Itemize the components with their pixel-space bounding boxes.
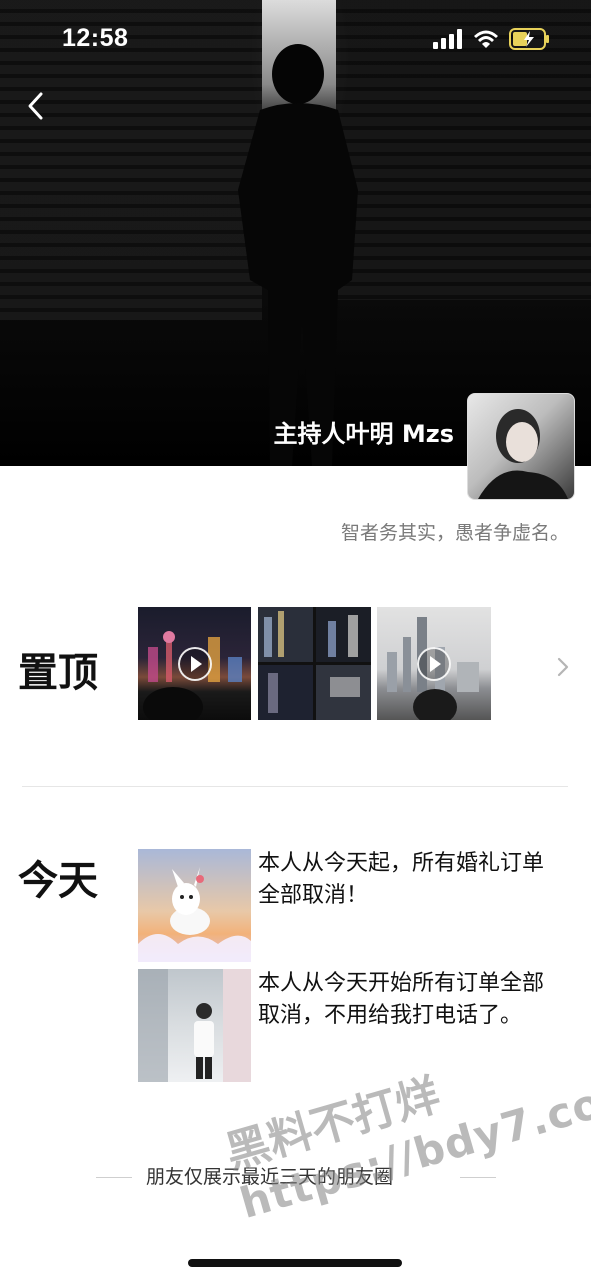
avatar-image (478, 409, 568, 499)
thumb-host-stage (138, 969, 251, 1082)
footer-line-left (96, 1177, 132, 1178)
profile-signature: 智者务其实，愚者争虚名。 (340, 522, 569, 544)
today-post-1-image[interactable] (138, 849, 251, 962)
status-time: 12:58 (62, 24, 129, 52)
thumb-grid (258, 607, 371, 720)
avatar[interactable] (467, 393, 575, 500)
play-icon (177, 646, 212, 681)
watermark-line-1: 黑料不打烊 (220, 1069, 446, 1180)
pinned-video-2[interactable] (377, 607, 491, 720)
chevron-right-icon[interactable] (556, 656, 570, 678)
profile-name: 主持人叶明 Mzs (273, 420, 455, 448)
battery-charging-icon (509, 28, 549, 50)
pinned-image-grid[interactable] (258, 607, 371, 720)
section-divider (22, 786, 568, 787)
home-indicator[interactable] (188, 1259, 402, 1267)
today-post-1-text[interactable]: 本人从今天起，所有婚礼订单全部取消！ (258, 848, 563, 912)
back-button[interactable] (18, 86, 52, 126)
thumb-cartoon-dog (138, 867, 251, 962)
signal-icon (433, 29, 462, 49)
footer: 朋友仅展示最近三天的朋友圈 (0, 1160, 591, 1194)
today-post-2-image[interactable] (138, 969, 251, 1082)
today-post-2-text[interactable]: 本人从今天开始所有订单全部取消，不用给我打电话了。 (258, 968, 563, 1032)
footer-line-right (460, 1177, 496, 1178)
pinned-video-1[interactable] (138, 607, 251, 720)
wifi-icon (474, 30, 498, 48)
status-icons (433, 28, 551, 50)
status-bar: 12:58 (0, 0, 591, 80)
pinned-label: 置顶 (18, 650, 98, 696)
person-silhouette (238, 44, 358, 466)
moments-profile-page: 12:58 主持人叶明 Mzs 智者务其实，愚者争虚名。 置顶 今天 本人从今天… (0, 0, 591, 1280)
today-label: 今天 (18, 858, 98, 904)
play-icon (417, 646, 451, 681)
watermark: 黑料不打烊 https://bdy7.co (220, 1027, 591, 1230)
footer-text: 朋友仅展示最近三天的朋友圈 (146, 1166, 394, 1188)
chevron-left-icon (28, 92, 43, 120)
watermark-line-2: https://bdy7.co (234, 1077, 591, 1229)
